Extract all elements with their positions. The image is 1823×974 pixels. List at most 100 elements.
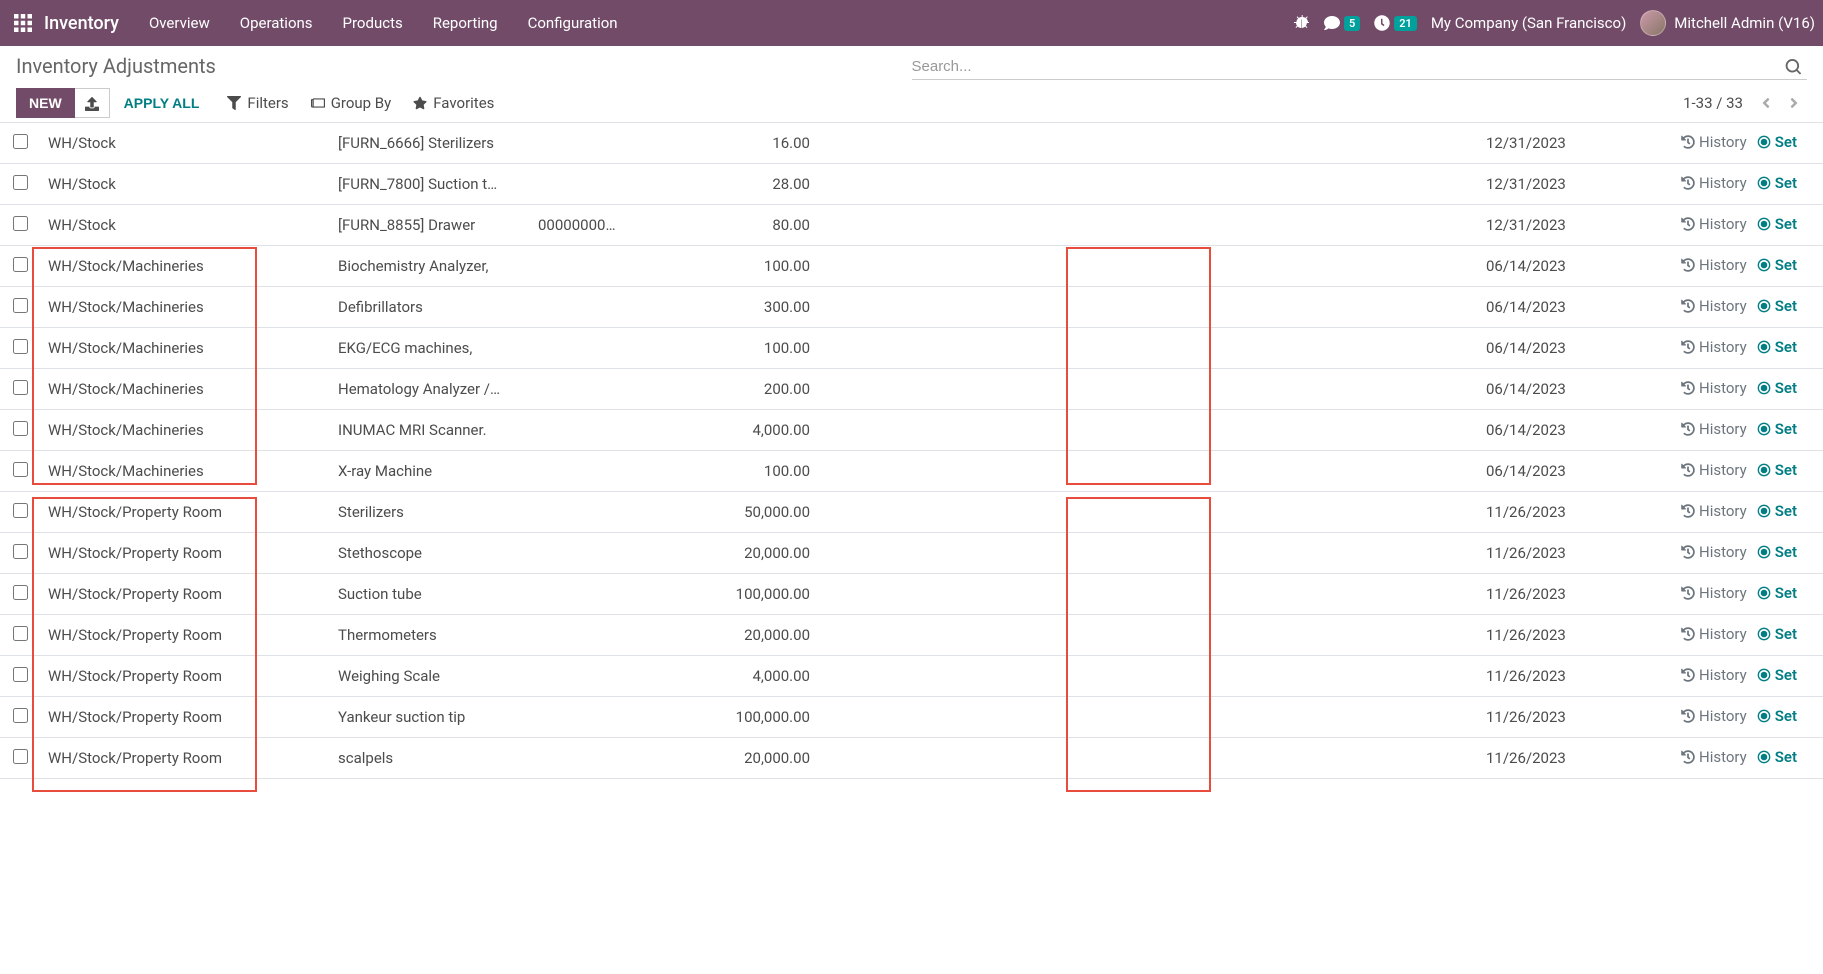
location-cell[interactable]: WH/Stock/Machineries [40,328,330,369]
table-row[interactable]: WH/Stock/Property RoomSterilizers50,000.… [0,492,1823,533]
pager-text[interactable]: 1-33 / 33 [1683,94,1743,112]
lot-cell[interactable] [530,697,650,738]
activities-icon[interactable]: 21 [1374,15,1417,31]
location-cell[interactable]: WH/Stock/Property Room [40,738,330,779]
row-checkbox[interactable] [13,298,28,313]
set-button[interactable]: Set [1757,338,1797,356]
row-checkbox[interactable] [13,339,28,354]
set-button[interactable]: Set [1757,502,1797,520]
messages-icon[interactable]: 5 [1324,15,1360,31]
apps-menu-icon[interactable] [8,8,38,38]
quantity-cell[interactable]: 16.00 [650,123,850,164]
location-cell[interactable]: WH/Stock/Property Room [40,697,330,738]
quantity-cell[interactable]: 50,000.00 [650,492,850,533]
location-cell[interactable]: WH/Stock/Property Room [40,615,330,656]
table-row[interactable]: WH/Stock/MachineriesINUMAC MRI Scanner.4… [0,410,1823,451]
quantity-cell[interactable]: 100.00 [650,451,850,492]
row-checkbox[interactable] [13,544,28,559]
history-button[interactable]: History [1681,461,1747,479]
quantity-cell[interactable]: 200.00 [650,369,850,410]
location-cell[interactable]: WH/Stock/Machineries [40,451,330,492]
lot-cell[interactable] [530,410,650,451]
date-cell[interactable]: 06/14/2023 [1478,410,1648,451]
date-cell[interactable]: 06/14/2023 [1478,328,1648,369]
row-checkbox[interactable] [13,134,28,149]
location-cell[interactable]: WH/Stock/Property Room [40,492,330,533]
history-button[interactable]: History [1681,338,1747,356]
lot-cell[interactable] [530,287,650,328]
lot-cell[interactable] [530,656,650,697]
lot-cell[interactable] [530,574,650,615]
table-row[interactable]: WH/Stock[FURN_7800] Suction t… 28.00 12/31… [0,164,1823,205]
date-cell[interactable]: 11/26/2023 [1478,656,1648,697]
lot-cell[interactable] [530,246,650,287]
date-cell[interactable]: 06/14/2023 [1478,246,1648,287]
user-menu[interactable]: Mitchell Admin (V16) [1640,10,1815,36]
date-cell[interactable]: 11/26/2023 [1478,492,1648,533]
quantity-cell[interactable]: 4,000.00 [650,656,850,697]
table-row[interactable]: WH/Stock/Property Roomscalpels20,000.001… [0,738,1823,779]
favorites-dropdown[interactable]: Favorites [413,94,494,112]
location-cell[interactable]: WH/Stock [40,164,330,205]
row-checkbox[interactable] [13,462,28,477]
set-button[interactable]: Set [1757,543,1797,561]
row-checkbox[interactable] [13,626,28,641]
product-cell[interactable]: Yankeur suction tip [330,697,530,738]
table-row[interactable]: WH/Stock/MachineriesBiochemistry Analyze… [0,246,1823,287]
product-cell[interactable]: [FURN_7800] Suction t… [330,164,530,205]
table-row[interactable]: WH/Stock[FURN_8855] Drawer00000000…80.00… [0,205,1823,246]
product-cell[interactable]: Stethoscope [330,533,530,574]
product-cell[interactable]: EKG/ECG machines, [330,328,530,369]
pager-next[interactable] [1781,93,1807,113]
date-cell[interactable]: 11/26/2023 [1478,615,1648,656]
table-row[interactable]: WH/Stock/MachineriesDefibrillators 300.00… [0,287,1823,328]
location-cell[interactable]: WH/Stock/Property Room [40,533,330,574]
date-cell[interactable]: 11/26/2023 [1478,738,1648,779]
product-cell[interactable]: Weighing Scale [330,656,530,697]
quantity-cell[interactable]: 100,000.00 [650,574,850,615]
nav-item-products[interactable]: Products [331,8,415,38]
quantity-cell[interactable]: 100.00 [650,328,850,369]
lot-cell[interactable] [530,369,650,410]
location-cell[interactable]: WH/Stock/Property Room [40,656,330,697]
table-row[interactable]: WH/Stock/MachineriesEKG/ECG machines, 100… [0,328,1823,369]
history-button[interactable]: History [1681,174,1747,192]
lot-cell[interactable] [530,123,650,164]
location-cell[interactable]: WH/Stock/Property Room [40,574,330,615]
lot-cell[interactable] [530,533,650,574]
quantity-cell[interactable]: 28.00 [650,164,850,205]
set-button[interactable]: Set [1757,297,1797,315]
lot-cell[interactable] [530,328,650,369]
location-cell[interactable]: WH/Stock/Machineries [40,287,330,328]
product-cell[interactable]: Suction tube [330,574,530,615]
set-button[interactable]: Set [1757,748,1797,766]
history-button[interactable]: History [1681,584,1747,602]
date-cell[interactable]: 12/31/2023 [1478,164,1648,205]
quantity-cell[interactable]: 80.00 [650,205,850,246]
row-checkbox[interactable] [13,175,28,190]
product-cell[interactable]: INUMAC MRI Scanner. [330,410,530,451]
apply-all-button[interactable]: APPLY ALL [110,89,214,117]
upload-button[interactable] [75,88,110,117]
date-cell[interactable]: 06/14/2023 [1478,369,1648,410]
product-cell[interactable]: Defibrillators [330,287,530,328]
location-cell[interactable]: WH/Stock/Machineries [40,246,330,287]
set-button[interactable]: Set [1757,461,1797,479]
debug-icon[interactable] [1294,15,1310,31]
quantity-cell[interactable]: 300.00 [650,287,850,328]
nav-item-reporting[interactable]: Reporting [421,8,510,38]
history-button[interactable]: History [1681,707,1747,725]
date-cell[interactable]: 06/14/2023 [1478,451,1648,492]
set-button[interactable]: Set [1757,174,1797,192]
nav-item-overview[interactable]: Overview [137,8,222,38]
quantity-cell[interactable]: 20,000.00 [650,738,850,779]
row-checkbox[interactable] [13,708,28,723]
lot-cell[interactable] [530,492,650,533]
table-row[interactable]: WH/Stock/MachineriesX-ray Machine100.000… [0,451,1823,492]
date-cell[interactable]: 12/31/2023 [1478,205,1648,246]
product-cell[interactable]: [FURN_6666] Sterilizers [330,123,530,164]
set-button[interactable]: Set [1757,256,1797,274]
history-button[interactable]: History [1681,502,1747,520]
location-cell[interactable]: WH/Stock/Machineries [40,369,330,410]
date-cell[interactable]: 11/26/2023 [1478,697,1648,738]
